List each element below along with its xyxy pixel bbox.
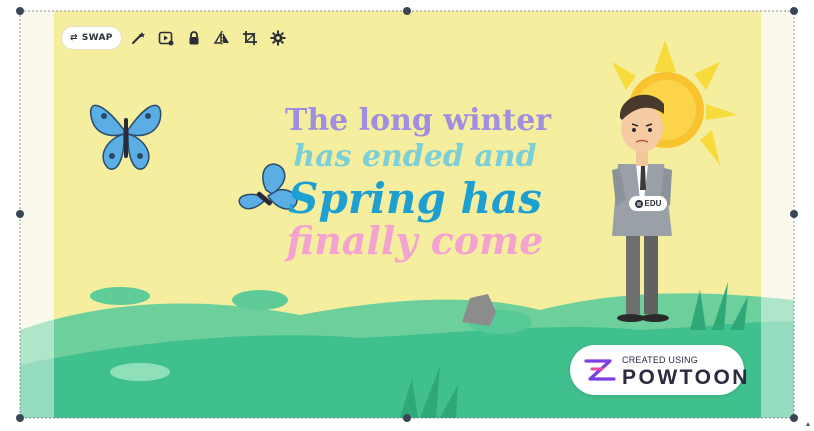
headline-line-2: has ended and <box>293 139 537 174</box>
bush-3 <box>232 290 288 310</box>
handle-top-left <box>16 7 24 15</box>
handle-top-right <box>790 7 798 15</box>
flip-icon <box>213 30 229 45</box>
powtoon-logo-icon <box>584 359 616 381</box>
scroll-up-arrow-icon <box>806 422 810 426</box>
editor-stage: ⇄ SWAP The long winter has ended and Spr… <box>0 0 814 431</box>
handle-middle-left <box>16 210 24 218</box>
settings-gear-icon <box>270 30 286 46</box>
animation-play-icon <box>158 31 174 46</box>
magic-wand-icon <box>131 32 145 44</box>
edu-logo-icon <box>634 199 643 208</box>
crop-icon <box>242 31 257 45</box>
swap-button[interactable]: ⇄ SWAP <box>62 27 121 49</box>
headline-line-1: The long winter <box>285 103 552 138</box>
headline-line-4: finally come <box>286 218 544 263</box>
handle-bottom-left <box>16 414 24 422</box>
right-overflow-mask <box>761 11 794 418</box>
object-toolbar: ⇄ SWAP <box>62 26 289 50</box>
headline-line-3: Spring has <box>288 174 542 223</box>
powtoon-watermark: CREATED USING POWTOON <box>570 345 747 395</box>
bush-1 <box>110 363 170 381</box>
left-overflow-mask <box>20 11 54 418</box>
edu-badge: EDU <box>629 196 667 211</box>
watermark-small-text: CREATED USING <box>622 355 698 365</box>
swap-arrows-icon: ⇄ <box>70 33 78 43</box>
magic-wand-button[interactable] <box>127 27 149 49</box>
flip-button[interactable] <box>211 27 233 49</box>
bush-4 <box>90 287 150 305</box>
swap-label: SWAP <box>81 33 113 43</box>
edu-badge-label: EDU <box>644 199 662 208</box>
handle-bottom-right <box>790 414 798 422</box>
watermark-brand-text: POWTOON <box>622 366 750 389</box>
lock-icon <box>189 31 199 45</box>
settings-button[interactable] <box>267 27 289 49</box>
animation-button[interactable] <box>155 27 177 49</box>
lock-button[interactable] <box>183 27 205 49</box>
headline-text-block[interactable]: The long winter has ended and Spring has… <box>285 103 552 263</box>
handle-bottom-center <box>403 414 411 422</box>
handle-top-center <box>403 7 411 15</box>
crop-button[interactable] <box>239 27 261 49</box>
handle-middle-right <box>790 210 798 218</box>
